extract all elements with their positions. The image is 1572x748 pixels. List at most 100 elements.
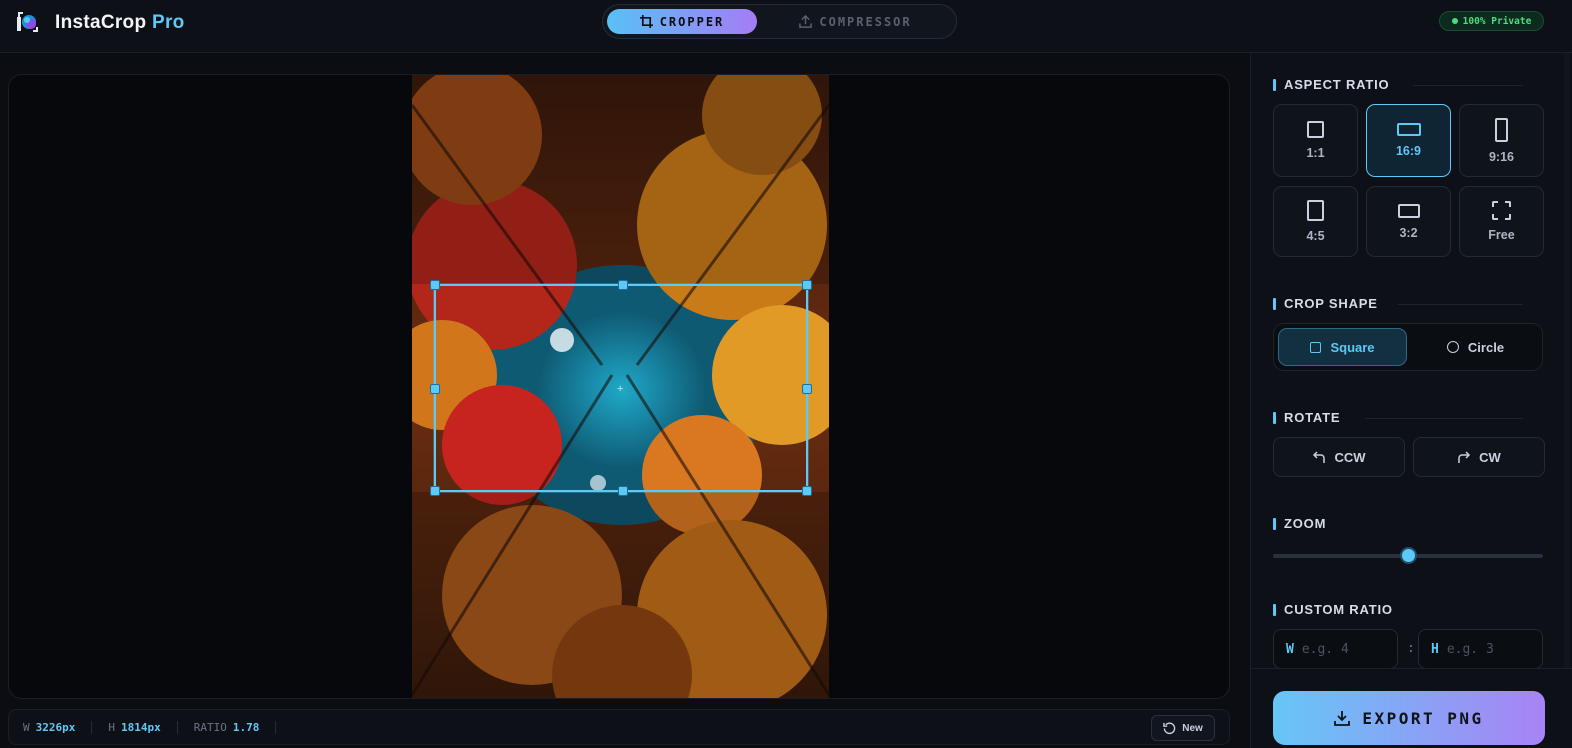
section-rule — [1413, 85, 1523, 86]
square-icon — [1310, 341, 1322, 353]
crop-shape-title: CROP SHAPE — [1284, 296, 1378, 311]
mode-switch: CROPPER COMPRESSOR — [602, 4, 957, 39]
stat-height: H 1814px — [108, 720, 178, 734]
landscape-ratio-icon — [1397, 203, 1420, 218]
shape-circle-label: Circle — [1467, 339, 1505, 355]
crop-selection[interactable]: + — [430, 280, 812, 496]
new-image-label: New — [1182, 722, 1203, 734]
ratio-option-9-16[interactable]: 9:16 — [1459, 104, 1544, 177]
tab-cropper[interactable]: CROPPER — [607, 9, 757, 34]
zoom-slider[interactable] — [1273, 547, 1543, 564]
tab-cropper-label: CROPPER — [659, 14, 725, 29]
portrait-ratio-icon — [1307, 200, 1324, 221]
stat-height-value: 1814px — [121, 720, 161, 734]
app-name: InstaCrop — [55, 12, 147, 33]
crop-shape-heading: CROP SHAPE — [1273, 296, 1523, 311]
tab-compressor-label: COMPRESSOR — [819, 14, 912, 29]
zoom-title: ZOOM — [1284, 516, 1327, 531]
stat-width-value: 3226px — [35, 720, 76, 734]
crop-handle-top[interactable] — [618, 280, 628, 290]
image-canvas: + — [8, 74, 1230, 699]
portrait-ratio-icon — [1495, 117, 1508, 142]
crop-handle-top-right[interactable] — [802, 280, 812, 290]
ratio-option-3-2[interactable]: 3:2 — [1366, 186, 1451, 257]
download-icon — [1334, 711, 1351, 726]
crop-handle-right[interactable] — [802, 384, 812, 394]
ratio-option-free[interactable]: Free — [1459, 186, 1544, 257]
stat-width: W 3226px — [23, 720, 93, 734]
rotate-left-icon — [1313, 451, 1326, 463]
ratio-option-label: Free — [1488, 228, 1515, 242]
free-ratio-icon — [1492, 201, 1511, 220]
shape-square-label: Square — [1330, 339, 1375, 355]
zoom-slider-fill — [1273, 554, 1408, 558]
custom-height-label: H — [1431, 641, 1439, 657]
custom-width-label: W — [1286, 641, 1294, 657]
aspect-ratio-title: ASPECT RATIO — [1284, 77, 1390, 92]
source-image: + — [412, 75, 829, 698]
crop-icon — [639, 15, 653, 28]
tab-compressor[interactable]: COMPRESSOR — [773, 9, 938, 34]
shape-circle-button[interactable]: Circle — [1411, 328, 1540, 366]
zoom-slider-thumb[interactable] — [1400, 547, 1417, 564]
custom-height-field[interactable]: H — [1418, 629, 1543, 669]
section-rule — [1398, 304, 1523, 305]
status-dot-icon — [1451, 18, 1458, 24]
section-marker — [1273, 78, 1276, 91]
section-marker — [1273, 603, 1276, 616]
section-marker — [1273, 297, 1276, 310]
custom-ratio-title: CUSTOM RATIO — [1284, 602, 1393, 617]
crop-handle-bottom-right[interactable] — [802, 486, 812, 496]
panel-scrollbar[interactable] — [1564, 53, 1570, 668]
ratio-option-label: 1:1 — [1306, 146, 1325, 160]
crop-shape-toggle: Square Circle — [1273, 323, 1543, 371]
export-png-button[interactable]: EXPORT PNG — [1273, 691, 1545, 745]
new-image-button[interactable]: New — [1151, 715, 1215, 741]
export-area: EXPORT PNG — [1251, 668, 1572, 748]
crop-handle-top-left[interactable] — [430, 280, 440, 290]
status-bar: W 3226px H 1814px RATIO 1.78 New — [8, 709, 1230, 745]
zoom-heading: ZOOM — [1273, 516, 1326, 531]
circle-icon — [1446, 341, 1459, 353]
app-logo-icon — [17, 12, 38, 32]
rotate-ccw-label: CCW — [1334, 449, 1366, 465]
reset-icon — [1163, 722, 1176, 734]
privacy-badge-label: 100% Private — [1462, 15, 1532, 27]
upload-icon — [799, 15, 813, 28]
rotate-cw-label: CW — [1479, 449, 1501, 465]
ratio-option-label: 16:9 — [1395, 144, 1422, 158]
app-brand: InstaCrop Pro — [55, 12, 185, 34]
rotate-ccw-button[interactable]: CCW — [1273, 437, 1405, 477]
settings-panel: ASPECT RATIO 1:1 16:9 9:16 4:5 3:2 Free … — [1250, 53, 1572, 748]
rotate-title: ROTATE — [1284, 410, 1341, 425]
section-marker — [1273, 411, 1276, 424]
crop-handle-bottom-left[interactable] — [430, 486, 440, 496]
ratio-option-1-1[interactable]: 1:1 — [1273, 104, 1358, 177]
app-header: InstaCrop Pro CROPPER COMPRESSOR 100% Pr… — [0, 0, 1572, 53]
ratio-option-16-9[interactable]: 16:9 — [1366, 104, 1451, 177]
ratio-option-label: 9:16 — [1488, 149, 1515, 164]
landscape-ratio-icon — [1396, 123, 1421, 136]
stat-ratio-key: RATIO — [193, 720, 227, 734]
aspect-ratio-heading: ASPECT RATIO — [1273, 77, 1523, 92]
crop-handle-bottom[interactable] — [618, 486, 628, 496]
custom-ratio-heading: CUSTOM RATIO — [1273, 602, 1393, 617]
stat-ratio-value: 1.78 — [232, 720, 260, 734]
ratio-option-4-5[interactable]: 4:5 — [1273, 186, 1358, 257]
ratio-option-label: 4:5 — [1306, 229, 1325, 243]
crosshair-icon: + — [617, 383, 624, 395]
crop-handle-left[interactable] — [430, 384, 440, 394]
shape-square-button[interactable]: Square — [1278, 328, 1407, 366]
custom-width-input[interactable] — [1301, 641, 1382, 657]
custom-height-input[interactable] — [1446, 641, 1527, 657]
ratio-separator: : — [1407, 641, 1415, 656]
stat-height-key: H — [108, 720, 115, 734]
rotate-heading: ROTATE — [1273, 410, 1523, 425]
section-rule — [1365, 418, 1523, 419]
rotate-cw-button[interactable]: CW — [1413, 437, 1545, 477]
privacy-badge: 100% Private — [1439, 11, 1544, 31]
ratio-option-label: 3:2 — [1399, 225, 1418, 240]
rotate-right-icon — [1458, 451, 1471, 463]
custom-width-field[interactable]: W — [1273, 629, 1398, 669]
export-png-label: EXPORT PNG — [1362, 708, 1484, 728]
